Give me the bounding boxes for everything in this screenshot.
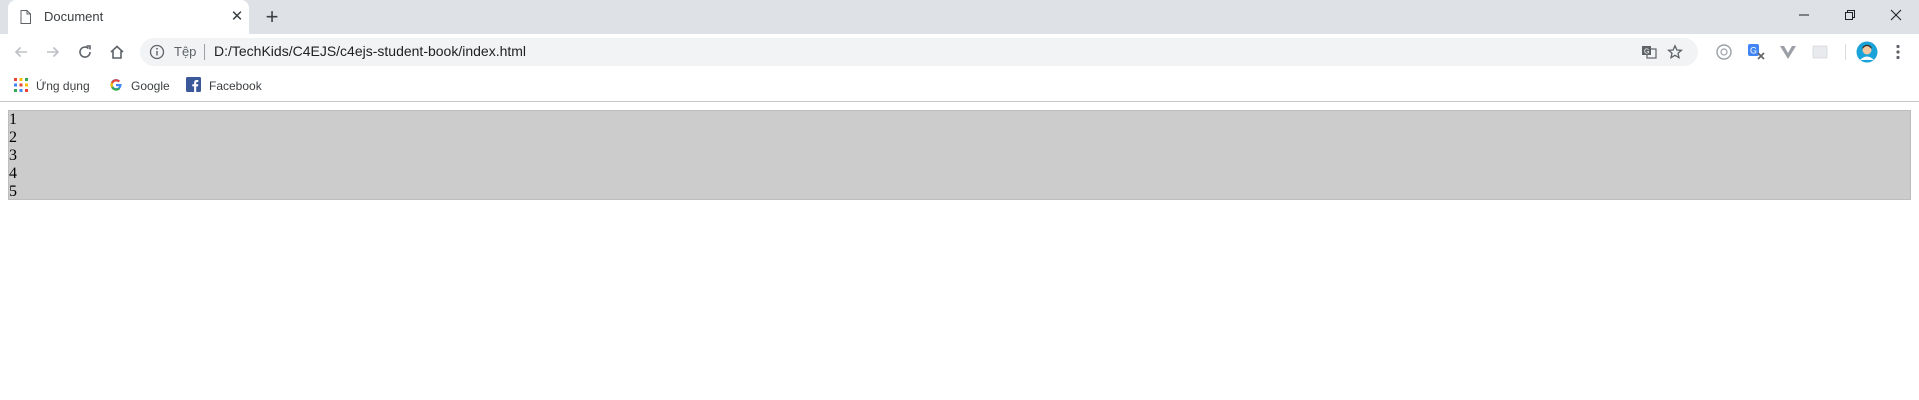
back-button[interactable] — [6, 37, 36, 67]
window-close-button[interactable] — [1873, 0, 1919, 30]
tab-close-icon[interactable]: ✕ — [228, 8, 246, 26]
bookmark-label: Google — [131, 79, 170, 93]
home-button[interactable] — [102, 37, 132, 67]
restore-icon — [1845, 10, 1855, 20]
number-list: 1 2 3 4 5 — [8, 110, 1911, 200]
address-bar[interactable]: Tệp D:/TechKids/C4EJS/c4ejs-student-book… — [140, 38, 1698, 66]
home-icon — [110, 45, 124, 59]
forward-button[interactable] — [38, 37, 68, 67]
star-icon[interactable] — [1666, 43, 1684, 61]
svg-text:G: G — [1750, 46, 1757, 56]
list-item: 4 — [9, 165, 17, 182]
info-icon[interactable] — [149, 44, 165, 60]
google-icon — [109, 78, 123, 95]
extension-translate-icon[interactable]: G — [1746, 42, 1766, 62]
close-icon — [1890, 9, 1902, 21]
document-icon — [20, 10, 31, 24]
list-item: 1 — [9, 111, 17, 128]
bookmark-label: Facebook — [209, 79, 262, 93]
page-content: 1 2 3 4 5 — [0, 102, 1919, 400]
avatar[interactable] — [1855, 40, 1879, 64]
tab-document[interactable]: Document ✕ — [8, 0, 249, 34]
bookmark-label: Ứng dụng — [36, 79, 90, 93]
arrow-left-icon — [14, 46, 27, 58]
scheme-label: Tệp — [174, 44, 197, 59]
tab-title: Document — [44, 9, 104, 24]
url-text[interactable]: D:/TechKids/C4EJS/c4ejs-student-book/ind… — [214, 43, 526, 59]
restore-button[interactable] — [1827, 0, 1873, 30]
reload-icon — [79, 45, 91, 58]
minimize-icon — [1799, 14, 1809, 16]
new-tab-button[interactable]: + — [260, 6, 284, 30]
svg-text:G: G — [1644, 49, 1649, 56]
list-item: 3 — [9, 147, 17, 164]
toolbar-divider — [1845, 44, 1846, 60]
bookmark-google[interactable]: Google — [109, 76, 170, 96]
list-item: 2 — [9, 129, 17, 146]
list-item: 5 — [9, 183, 17, 200]
minimize-button[interactable] — [1781, 0, 1827, 30]
address-separator — [204, 44, 205, 60]
menu-icon[interactable] — [1888, 42, 1908, 62]
arrow-right-icon — [47, 46, 60, 58]
extension-circle-icon[interactable] — [1714, 42, 1734, 62]
extension-square-icon[interactable] — [1810, 42, 1830, 62]
bookmarks-bar: Ứng dụng Google Facebook — [0, 70, 1919, 102]
reload-button[interactable] — [70, 37, 100, 67]
extension-vue-icon[interactable] — [1778, 42, 1798, 62]
bookmark-apps[interactable]: Ứng dụng — [14, 76, 90, 96]
apps-grid-icon — [14, 77, 28, 95]
tab-strip: Document ✕ + — [0, 0, 1919, 34]
facebook-icon — [186, 77, 201, 95]
browser-toolbar: Tệp D:/TechKids/C4EJS/c4ejs-student-book… — [0, 34, 1919, 70]
bookmark-facebook[interactable]: Facebook — [186, 76, 262, 96]
translate-icon[interactable]: G — [1640, 43, 1658, 61]
